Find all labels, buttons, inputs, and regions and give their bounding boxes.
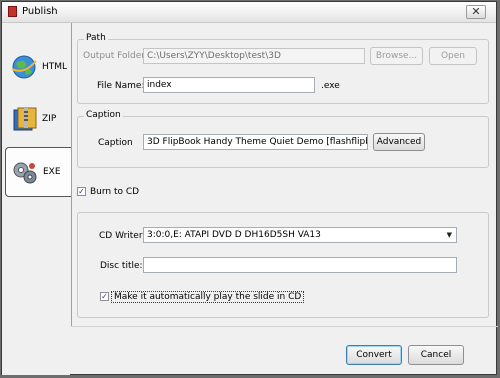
- cd-writer-value: 3:0:0,E: ATAPI DVD D DH16D5SH VA13: [147, 230, 321, 240]
- convert-button[interactable]: Convert: [346, 345, 402, 365]
- cancel-button[interactable]: Cancel: [408, 345, 464, 365]
- window-title: Publish: [22, 6, 58, 17]
- sidebar-item-label: ZIP: [42, 114, 57, 124]
- advanced-button[interactable]: Advanced: [373, 133, 425, 151]
- cd-writer-select[interactable]: 3:0:0,E: ATAPI DVD D DH16D5SH VA13 ▼: [143, 227, 457, 243]
- zip-archive-icon: [13, 107, 37, 131]
- caption-group-title: Caption: [84, 110, 123, 120]
- caption-label: Caption: [98, 138, 133, 148]
- open-button[interactable]: Open: [429, 47, 477, 65]
- title-bar: Publish ✕: [2, 2, 496, 23]
- burn-to-cd-label: Burn to CD: [90, 187, 140, 197]
- sidebar: HTML ZIP EXE: [2, 23, 72, 375]
- sidebar-divider: [71, 23, 72, 326]
- sidebar-item-label: EXE: [43, 167, 61, 177]
- output-folder-field[interactable]: C:\Users\ZYY\Desktop\test\3D: [143, 48, 365, 64]
- file-name-label: File Name:: [97, 81, 145, 91]
- chevron-down-icon: ▼: [446, 231, 452, 239]
- browse-button[interactable]: Browse...: [370, 47, 423, 65]
- file-name-input[interactable]: index: [143, 77, 315, 93]
- extension-label: .exe: [321, 81, 340, 91]
- app-icon: [8, 6, 17, 17]
- caption-input[interactable]: 3D FlipBook Handy Theme Quiet Demo [flas…: [143, 134, 368, 150]
- autoplay-checkbox[interactable]: ✓: [100, 292, 109, 301]
- output-folder-label: Output Folder:: [83, 51, 148, 61]
- sidebar-item-label: HTML: [42, 62, 68, 72]
- disc-title-label: Disc title:: [100, 261, 143, 271]
- globe-icon: [11, 55, 37, 79]
- burn-to-cd-checkbox[interactable]: ✓: [77, 187, 86, 196]
- close-button[interactable]: ✕: [466, 5, 486, 19]
- autoplay-label: Make it automatically play the slide in …: [111, 291, 305, 303]
- sidebar-item-exe[interactable]: EXE: [5, 147, 72, 197]
- path-group-title: Path: [84, 33, 108, 43]
- disc-title-input[interactable]: [143, 257, 457, 273]
- sidebar-item-zip[interactable]: ZIP: [6, 95, 70, 145]
- sidebar-item-html[interactable]: HTML: [6, 43, 70, 93]
- cd-writer-label: CD Writer: [99, 231, 143, 241]
- publish-dialog: Publish ✕ HTML ZIP EXE Path Output Folde…: [1, 1, 498, 375]
- gears-exe-icon: [13, 162, 37, 184]
- footer-separator: [71, 326, 498, 327]
